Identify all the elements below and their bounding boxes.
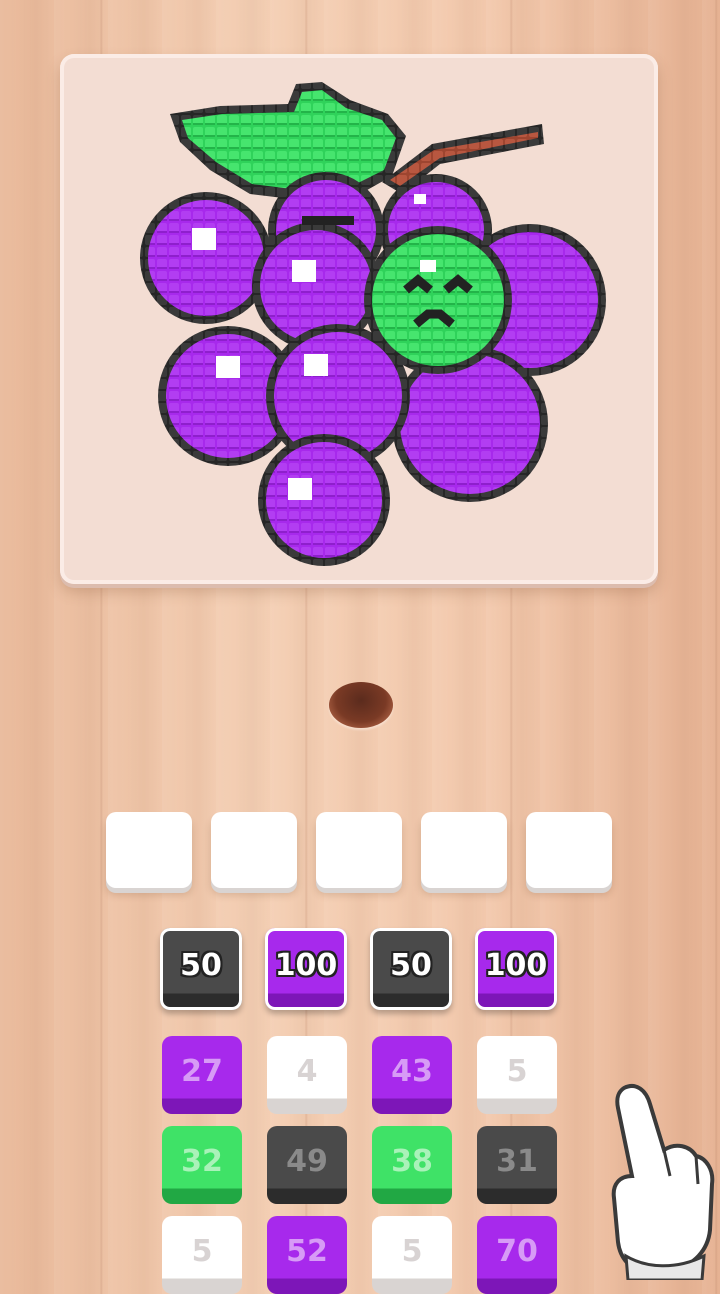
tile-count: 70 bbox=[496, 1233, 538, 1269]
tile[interactable]: 100 bbox=[475, 928, 557, 1010]
picture-board bbox=[60, 54, 658, 584]
tile[interactable]: 27 bbox=[162, 1036, 242, 1114]
tile[interactable]: 5 bbox=[372, 1216, 452, 1294]
tile[interactable]: 5 bbox=[477, 1036, 557, 1114]
tile-count: 43 bbox=[391, 1053, 433, 1089]
tile-count: 31 bbox=[496, 1143, 538, 1179]
tile-count: 27 bbox=[181, 1053, 223, 1089]
tile-count: 50 bbox=[180, 947, 222, 983]
tile[interactable]: 32 bbox=[162, 1126, 242, 1204]
tile-grid: 50 100 50 100 27 4 43 5 32 49 38 31 5 52… bbox=[160, 928, 564, 1294]
tile[interactable]: 38 bbox=[372, 1126, 452, 1204]
grape-cluster bbox=[140, 172, 606, 566]
tile-count: 49 bbox=[286, 1143, 328, 1179]
tile-count: 52 bbox=[286, 1233, 328, 1269]
grapes-pixel-art bbox=[140, 82, 606, 566]
tile[interactable]: 52 bbox=[267, 1216, 347, 1294]
tile-count: 50 bbox=[390, 947, 432, 983]
tile-count: 5 bbox=[191, 1233, 213, 1269]
tile[interactable]: 50 bbox=[160, 928, 242, 1010]
tile[interactable]: 4 bbox=[267, 1036, 347, 1114]
pointing-hand-icon bbox=[611, 1084, 715, 1280]
tile[interactable]: 100 bbox=[265, 928, 347, 1010]
empty-slot[interactable] bbox=[106, 812, 192, 888]
tile-count: 32 bbox=[181, 1143, 223, 1179]
empty-slot[interactable] bbox=[316, 812, 402, 888]
tile-count: 100 bbox=[274, 947, 338, 983]
tile[interactable]: 49 bbox=[267, 1126, 347, 1204]
tile-count: 5 bbox=[506, 1053, 528, 1089]
tile[interactable]: 70 bbox=[477, 1216, 557, 1294]
tile[interactable]: 43 bbox=[372, 1036, 452, 1114]
tile-count: 4 bbox=[296, 1053, 318, 1089]
leaf-icon bbox=[170, 82, 406, 200]
tile-slot-bar bbox=[106, 812, 616, 890]
drop-hole-icon bbox=[329, 682, 393, 728]
tile[interactable]: 5 bbox=[162, 1216, 242, 1294]
tile-count: 100 bbox=[484, 947, 548, 983]
tile-count: 5 bbox=[401, 1233, 423, 1269]
tile-count: 38 bbox=[391, 1143, 433, 1179]
empty-slot[interactable] bbox=[421, 812, 507, 888]
tile[interactable]: 31 bbox=[477, 1126, 557, 1204]
tile[interactable]: 50 bbox=[370, 928, 452, 1010]
empty-slot[interactable] bbox=[211, 812, 297, 888]
empty-slot[interactable] bbox=[526, 812, 612, 888]
